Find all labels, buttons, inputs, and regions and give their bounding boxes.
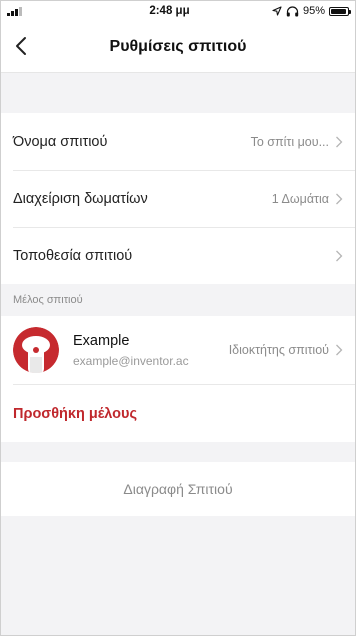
- room-management-label: Διαχείριση δωματίων: [13, 190, 148, 207]
- chevron-right-icon: [336, 250, 343, 261]
- home-name-label: Όνομα σπιτιού: [13, 133, 108, 150]
- status-bar: 2:48 μμ 95%: [1, 1, 355, 21]
- chevron-right-icon: [336, 136, 343, 147]
- chevron-left-icon: [16, 37, 26, 55]
- headphones-icon: [286, 5, 299, 16]
- back-button[interactable]: [15, 31, 43, 61]
- battery-percent: 95%: [302, 5, 325, 17]
- status-right: 95%: [272, 5, 351, 17]
- home-name-row[interactable]: Όνομα σπιτιού Το σπίτι μου...: [1, 113, 355, 170]
- battery-icon: [329, 6, 351, 16]
- member-name: Example: [73, 332, 130, 349]
- home-settings-list: Όνομα σπιτιού Το σπίτι μου... Διαχείριση…: [1, 113, 355, 284]
- delete-home-button[interactable]: Διαγραφή Σπιτιού: [1, 462, 355, 516]
- members-section-label: Μέλος σπιτιού: [13, 294, 83, 306]
- nav-bar: Ρυθμίσεις σπιτιού: [1, 21, 355, 73]
- location-arrow-icon: [272, 6, 282, 16]
- home-location-row[interactable]: Τοποθεσία σπιτιού: [1, 227, 355, 284]
- member-email: example@inventor.ac: [73, 353, 189, 368]
- home-name-value: Το σπίτι μου...: [250, 134, 329, 149]
- room-count-value: 1 Δωμάτια: [271, 191, 329, 206]
- signal-icon: [7, 6, 67, 16]
- chevron-right-icon: [336, 344, 343, 356]
- add-member-button[interactable]: Προσθήκη μέλους: [1, 385, 355, 442]
- members-list: Example example@inventor.ac Ιδιοκτήτης σ…: [1, 316, 355, 442]
- delete-section: Διαγραφή Σπιτιού: [1, 462, 355, 516]
- status-time: 2:48 μμ: [149, 5, 190, 17]
- member-info: Example example@inventor.ac: [73, 333, 229, 368]
- home-location-label: Τοποθεσία σπιτιού: [13, 247, 133, 264]
- member-row[interactable]: Example example@inventor.ac Ιδιοκτήτης σ…: [1, 316, 355, 384]
- room-management-row[interactable]: Διαχείριση δωματίων 1 Δωμάτια: [1, 170, 355, 227]
- page-title: Ρυθμίσεις σπιτιού: [109, 37, 247, 55]
- chevron-right-icon: [336, 193, 343, 204]
- member-role: Ιδιοκτήτης σπιτιού: [228, 343, 329, 357]
- avatar: [13, 327, 59, 373]
- screen: 2:48 μμ 95% Ρυθμίσεις σπιτιού Όνομα σπιτ…: [0, 0, 356, 636]
